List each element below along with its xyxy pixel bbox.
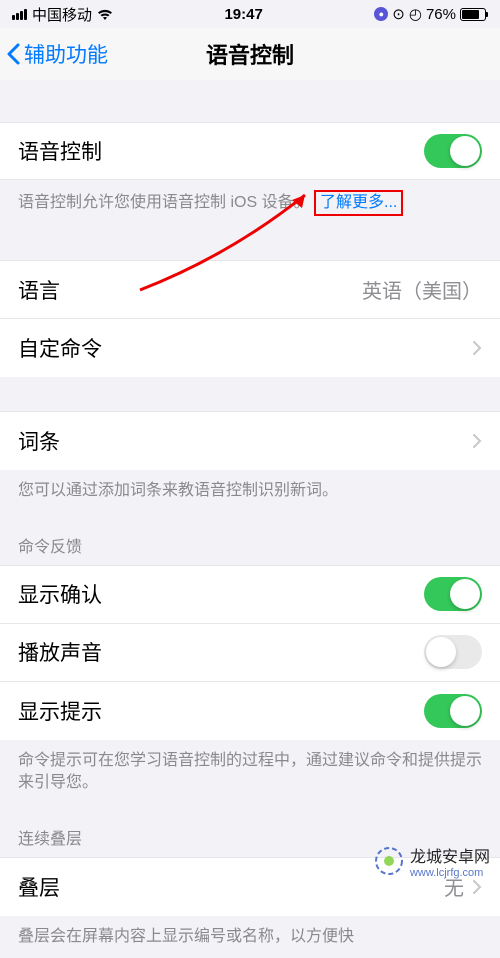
show-hint-label: 显示提示 <box>18 696 102 726</box>
watermark-url: www.lcjrfg.com <box>410 867 490 879</box>
feedback-header: 命令反馈 <box>0 513 500 565</box>
play-sound-cell[interactable]: 播放声音 <box>0 624 500 682</box>
show-confirm-cell[interactable]: 显示确认 <box>0 566 500 624</box>
show-hint-cell[interactable]: 显示提示 <box>0 682 500 740</box>
custom-commands-cell[interactable]: 自定命令 <box>0 319 500 377</box>
clock-icon: ◴ <box>409 5 422 23</box>
learn-more-link[interactable]: 了解更多... <box>320 194 397 211</box>
chevron-right-icon <box>472 433 482 449</box>
time-label: 19:47 <box>224 6 262 23</box>
watermark-name: 龙城安卓网 <box>410 849 490 866</box>
wifi-icon <box>97 8 113 20</box>
nav-bar: 辅助功能 语音控制 <box>0 28 500 80</box>
voice-control-label: 语音控制 <box>18 136 102 166</box>
alarm-icon: ⊙ <box>392 5 405 23</box>
vocab-desc: 您可以通过添加词条来教语音控制识别新词。 <box>0 470 500 512</box>
back-label: 辅助功能 <box>24 39 108 69</box>
language-cell[interactable]: 语言 英语（美国） <box>0 261 500 319</box>
vocab-cell[interactable]: 词条 <box>0 412 500 470</box>
watermark: 龙城安卓网 www.lcjrfg.com <box>374 843 490 879</box>
play-sound-toggle[interactable] <box>424 635 482 669</box>
vocab-label: 词条 <box>18 426 60 456</box>
chevron-right-icon <box>472 340 482 356</box>
watermark-logo-icon <box>374 846 404 876</box>
voice-indicator-icon: ● <box>374 7 388 21</box>
custom-commands-label: 自定命令 <box>18 333 102 363</box>
back-button[interactable]: 辅助功能 <box>6 39 108 69</box>
carrier-label: 中国移动 <box>32 4 92 25</box>
show-confirm-toggle[interactable] <box>424 577 482 611</box>
language-label: 语言 <box>18 275 60 305</box>
voice-control-toggle[interactable] <box>424 134 482 168</box>
battery-pct: 76% <box>426 6 456 23</box>
play-sound-label: 播放声音 <box>18 637 102 667</box>
overlay-desc: 叠层会在屏幕内容上显示编号或名称，以方便快 <box>0 916 500 958</box>
voice-control-cell[interactable]: 语音控制 <box>0 122 500 180</box>
chevron-left-icon <box>6 43 20 65</box>
status-bar: 中国移动 19:47 ● ⊙ ◴ 76% <box>0 0 500 28</box>
show-hint-toggle[interactable] <box>424 694 482 728</box>
signal-icon <box>12 9 27 20</box>
battery-icon <box>460 8 488 21</box>
feedback-desc: 命令提示可在您学习语音控制的过程中，通过建议命令和提供提示来引导您。 <box>0 740 500 805</box>
voice-control-desc: 语音控制允许您使用语音控制 iOS 设备。 了解更多... <box>0 180 500 226</box>
show-confirm-label: 显示确认 <box>18 579 102 609</box>
language-value: 英语（美国） <box>362 275 482 304</box>
